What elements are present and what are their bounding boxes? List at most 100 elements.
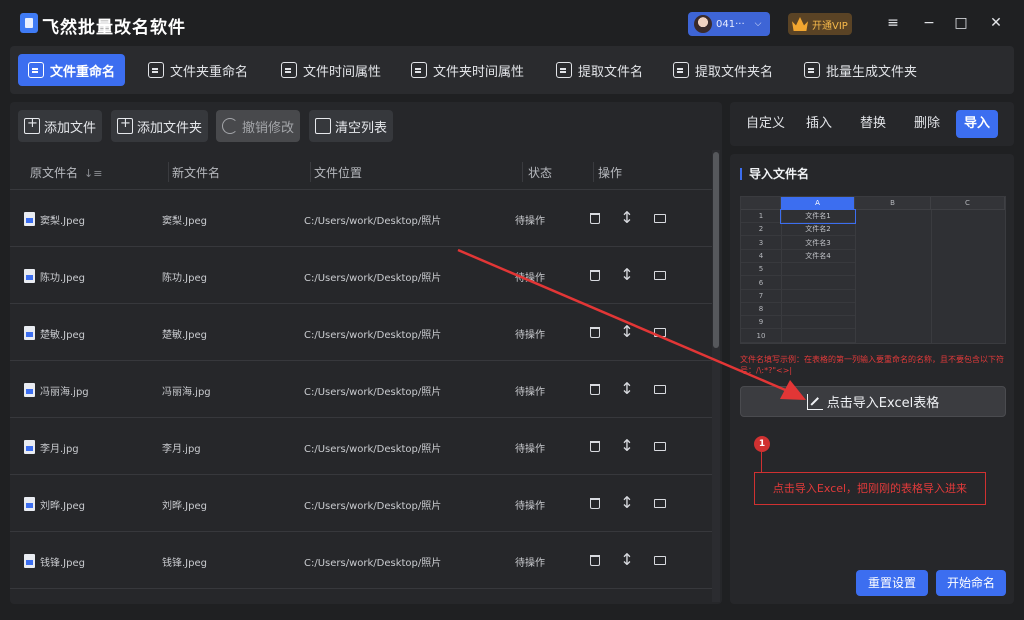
- scroll-thumb[interactable]: [713, 152, 719, 348]
- original-filename: 李月.jpg: [40, 444, 79, 455]
- table-row[interactable]: 陈功.Jpeg 陈功.Jpeg C:/Users/work/Desktop/照片 待操…: [10, 247, 712, 304]
- step-connector: [761, 452, 762, 472]
- terminal-icon: [148, 62, 164, 78]
- table-row[interactable]: 李月.jpg 李月.jpg C:/Users/work/Desktop/照片 待操作 ↕: [10, 418, 712, 475]
- image-file-icon: [24, 383, 35, 397]
- start-rename-button[interactable]: 开始命名: [936, 570, 1006, 596]
- tab-label: 文件夹时间属性: [433, 64, 525, 80]
- folder-open-icon[interactable]: [654, 271, 666, 280]
- trash-icon[interactable]: [590, 441, 600, 452]
- sort-icon[interactable]: ↓≡: [84, 167, 102, 180]
- tab-replace[interactable]: 替换: [852, 110, 894, 138]
- trash-icon[interactable]: [590, 213, 600, 224]
- table-row[interactable]: 冯丽海.jpg 冯丽海.jpg C:/Users/work/Desktop/照片 待操…: [10, 361, 712, 418]
- undo-button[interactable]: 撤销修改: [216, 110, 301, 142]
- trash-icon[interactable]: [590, 327, 600, 338]
- user-account-button[interactable]: 041··· ⌵: [688, 12, 770, 36]
- move-vertical-icon[interactable]: ↕: [620, 210, 634, 226]
- image-file-icon: [24, 497, 35, 511]
- tab-extract-foldername[interactable]: 提取文件夹名: [663, 54, 783, 86]
- trash-icon[interactable]: [590, 498, 600, 509]
- reset-settings-button[interactable]: 重置设置: [856, 570, 928, 596]
- divider: [855, 210, 856, 343]
- annotation-callout: 点击导入Excel，把刚刚的表格导入进来: [754, 472, 986, 505]
- move-vertical-icon[interactable]: ↕: [620, 381, 634, 397]
- file-location: C:/Users/work/Desktop/照片: [304, 558, 442, 569]
- trash-icon[interactable]: [590, 555, 600, 566]
- tab-file-rename[interactable]: 文件重命名: [18, 54, 126, 86]
- menu-icon[interactable]: ≡: [884, 14, 902, 32]
- file-list-panel: 添加文件 添加文件夹 撤销修改 清空列表 原文件名 ↓≡ 新文件名 文件位置 状态…: [10, 102, 722, 604]
- sheet-row-number: 3: [741, 237, 781, 250]
- table-row[interactable]: 窦梨.Jpeg 窦梨.Jpeg C:/Users/work/Desktop/照片 待操…: [10, 190, 712, 247]
- clear-list-button[interactable]: 清空列表: [309, 110, 394, 142]
- tab-folder-rename[interactable]: 文件夹重命名: [138, 54, 258, 86]
- sheet-cell: [781, 303, 855, 317]
- tab-file-time[interactable]: 文件时间属性: [271, 54, 391, 86]
- folder-open-icon[interactable]: [654, 214, 666, 223]
- upload-folder-icon: [673, 62, 689, 78]
- import-label: 点击导入Excel表格: [826, 396, 940, 411]
- table-row[interactable]: 钱锋.Jpeg 钱锋.Jpeg C:/Users/work/Desktop/照片 待操…: [10, 532, 712, 589]
- tab-delete[interactable]: 删除: [906, 110, 948, 138]
- folder-open-icon[interactable]: [654, 556, 666, 565]
- move-vertical-icon[interactable]: ↕: [620, 552, 634, 568]
- sheet-row-number: 2: [741, 223, 781, 237]
- tab-custom[interactable]: 自定义: [738, 110, 793, 138]
- add-folder-label: 添加文件夹: [137, 120, 203, 136]
- status-badge: 待操作: [515, 444, 545, 455]
- column-header-new: 新文件名: [172, 166, 221, 180]
- sheet-cell: 文件名3: [781, 237, 855, 250]
- clear-list-label: 清空列表: [335, 120, 388, 136]
- folder-open-icon[interactable]: [654, 499, 666, 508]
- header-label: 原文件名: [30, 166, 79, 180]
- add-folder-button[interactable]: 添加文件夹: [111, 110, 209, 142]
- image-file-icon: [24, 554, 35, 568]
- new-filename: 冯丽海.jpg: [162, 387, 211, 398]
- close-button[interactable]: ✕: [987, 14, 1005, 32]
- folder-open-icon[interactable]: [654, 385, 666, 394]
- new-filename: 窦梨.Jpeg: [162, 216, 207, 227]
- original-filename: 冯丽海.jpg: [40, 387, 89, 398]
- new-filename: 楚敏.Jpeg: [162, 330, 207, 341]
- tab-import[interactable]: 导入: [956, 110, 999, 138]
- table-row[interactable]: 楚敏.Jpeg 楚敏.Jpeg C:/Users/work/Desktop/照片 待操…: [10, 304, 712, 361]
- tab-folder-time[interactable]: 文件夹时间属性: [401, 54, 534, 86]
- trash-icon[interactable]: [590, 384, 600, 395]
- file-location: C:/Users/work/Desktop/照片: [304, 216, 442, 227]
- move-vertical-icon[interactable]: ↕: [620, 438, 634, 454]
- folder-open-icon[interactable]: [654, 442, 666, 451]
- import-excel-button[interactable]: 点击导入Excel表格: [740, 386, 1006, 417]
- tab-batch-folders[interactable]: 批量生成文件夹: [794, 54, 927, 86]
- add-file-button[interactable]: 添加文件: [18, 110, 103, 142]
- sheet-cell: [781, 277, 855, 290]
- vip-button[interactable]: 开通VIP: [788, 13, 852, 35]
- divider: [168, 162, 169, 182]
- move-vertical-icon[interactable]: ↕: [620, 324, 634, 340]
- trash-icon[interactable]: [590, 270, 600, 281]
- file-location: C:/Users/work/Desktop/照片: [304, 444, 442, 455]
- operation-tabs: 自定义 插入 替换 删除 导入: [730, 102, 1014, 146]
- column-header-original[interactable]: 原文件名 ↓≡: [30, 164, 102, 181]
- add-file-label: 添加文件: [44, 120, 97, 136]
- format-hint: 文件名填写示例：在表格的第一列输入要重命名的名称，且不要包含以下符号：/\:*?…: [740, 355, 1004, 375]
- chevron-down-icon: ⌵: [754, 19, 762, 29]
- sheet-row-number: 8: [741, 303, 781, 317]
- column-header-actions: 操作: [598, 166, 623, 180]
- move-vertical-icon[interactable]: ↕: [620, 267, 634, 283]
- tab-extract-filename[interactable]: 提取文件名: [546, 54, 653, 86]
- minimize-button[interactable]: −: [920, 14, 938, 32]
- sheet-cell: [781, 330, 855, 343]
- original-filename: 陈功.Jpeg: [40, 273, 85, 284]
- scrollbar[interactable]: [712, 150, 720, 602]
- divider: [593, 162, 594, 182]
- tab-insert[interactable]: 插入: [798, 110, 840, 138]
- move-vertical-icon[interactable]: ↕: [620, 495, 634, 511]
- folder-open-icon[interactable]: [654, 328, 666, 337]
- add-folder-icon: [117, 116, 133, 134]
- sheet-row-number: 1: [741, 210, 781, 223]
- add-file-icon: [24, 116, 40, 134]
- maximize-button[interactable]: □: [952, 14, 970, 32]
- file-location: C:/Users/work/Desktop/照片: [304, 501, 442, 512]
- table-row[interactable]: 刘晔.Jpeg 刘晔.Jpeg C:/Users/work/Desktop/照片 待操…: [10, 475, 712, 532]
